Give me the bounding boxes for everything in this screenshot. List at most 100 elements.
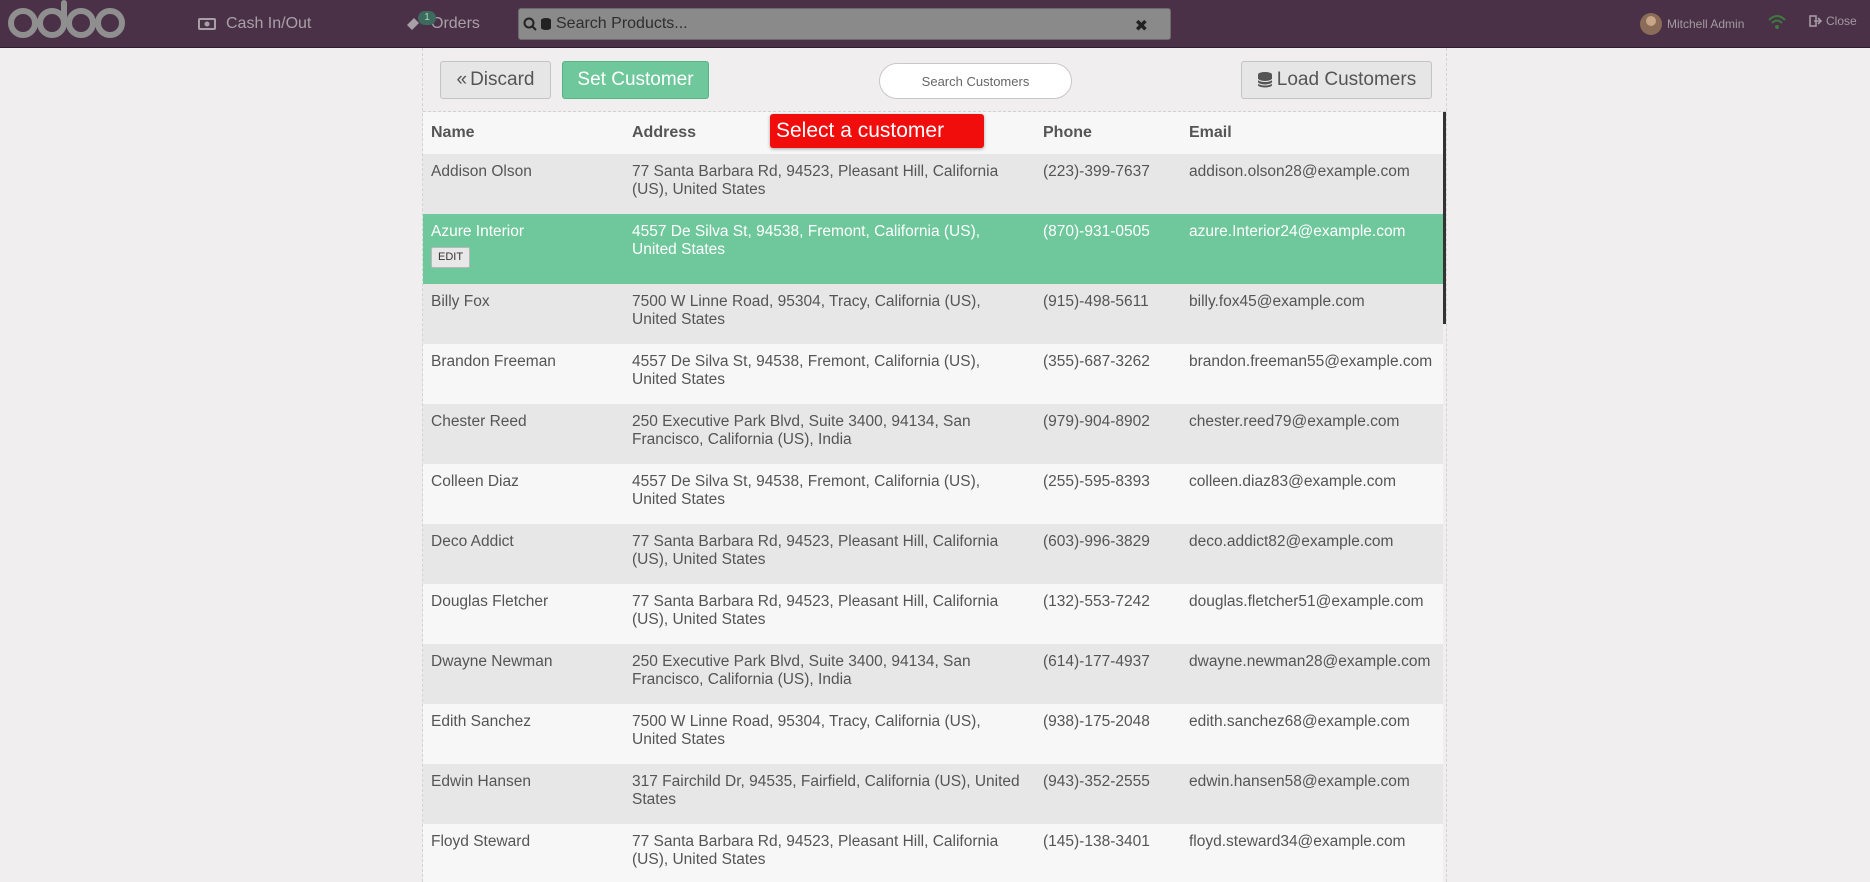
edit-customer-button[interactable]: EDIT: [431, 247, 471, 268]
customer-email: brandon.freeman55@example.com: [1181, 344, 1443, 404]
table-row[interactable]: Deco Addict 77 Santa Barbara Rd, 94523, …: [423, 524, 1443, 584]
customer-name: Deco Addict: [423, 524, 624, 584]
customer-name: Douglas Fletcher: [423, 584, 624, 644]
orders-count-badge: 1: [418, 11, 436, 25]
money-icon: [198, 18, 216, 30]
customer-address: 4557 De Silva St, 94538, Fremont, Califo…: [624, 214, 1035, 284]
customer-phone: (145)-138-3401: [1035, 824, 1181, 882]
customer-phone: (614)-177-4937: [1035, 644, 1181, 704]
table-row[interactable]: Edith Sanchez 7500 W Linne Road, 95304, …: [423, 704, 1443, 764]
customer-name: Edith Sanchez: [423, 704, 624, 764]
wifi-icon: [1768, 15, 1786, 29]
load-customers-label: Load Customers: [1276, 69, 1417, 90]
set-customer-button[interactable]: Set Customer: [562, 61, 709, 99]
cash-in-out-button[interactable]: Cash In/Out: [198, 0, 311, 48]
customer-address: 317 Fairchild Dr, 94535, Fairfield, Cali…: [624, 764, 1035, 824]
customer-name: Billy Fox: [423, 284, 624, 344]
customer-address: 250 Executive Park Blvd, Suite 3400, 941…: [624, 404, 1035, 464]
customer-email: azure.Interior24@example.com: [1181, 214, 1443, 284]
customer-name: Azure Interior: [431, 223, 525, 240]
customer-table-container: Name Address Phone Email Addison Olson 7…: [423, 112, 1446, 882]
cash-in-out-label: Cash In/Out: [226, 15, 312, 32]
customer-phone: (355)-687-3262: [1035, 344, 1181, 404]
customer-name: Floyd Steward: [423, 824, 624, 882]
set-customer-label: Set Customer: [577, 69, 694, 90]
customer-phone: (938)-175-2048: [1035, 704, 1181, 764]
orders-label: Orders: [431, 15, 480, 32]
customer-address: 4557 De Silva St, 94538, Fremont, Califo…: [624, 464, 1035, 524]
customer-email: douglas.fletcher51@example.com: [1181, 584, 1443, 644]
customer-email: dwayne.newman28@example.com: [1181, 644, 1443, 704]
customer-name: Edwin Hansen: [423, 764, 624, 824]
table-row[interactable]: Billy Fox 7500 W Linne Road, 95304, Trac…: [423, 284, 1443, 344]
close-label: Close: [1826, 14, 1857, 28]
column-header-email: Email: [1181, 112, 1443, 154]
customer-address: 7500 W Linne Road, 95304, Tracy, Califor…: [624, 704, 1035, 764]
customer-phone: (943)-352-2555: [1035, 764, 1181, 824]
customer-phone: (603)-996-3829: [1035, 524, 1181, 584]
table-row[interactable]: Dwayne Newman 250 Executive Park Blvd, S…: [423, 644, 1443, 704]
table-row[interactable]: Douglas Fletcher 77 Santa Barbara Rd, 94…: [423, 584, 1443, 644]
table-row-selected[interactable]: Azure Interior EDIT 4557 De Silva St, 94…: [423, 214, 1443, 284]
customer-address: 77 Santa Barbara Rd, 94523, Pleasant Hil…: [624, 824, 1035, 882]
odoo-logo: [8, 0, 125, 41]
sign-out-icon: [1809, 15, 1822, 27]
customer-phone: (979)-904-8902: [1035, 404, 1181, 464]
table-row[interactable]: Floyd Steward 77 Santa Barbara Rd, 94523…: [423, 824, 1443, 882]
product-search-bar: ✖: [518, 8, 1171, 40]
customer-name: Dwayne Newman: [423, 644, 624, 704]
customer-email: edith.sanchez68@example.com: [1181, 704, 1443, 764]
close-pos-button[interactable]: Close: [1809, 14, 1857, 28]
table-scrollbar[interactable]: [1443, 112, 1446, 324]
search-icon: [523, 17, 537, 31]
customer-name-cell: Azure Interior EDIT: [423, 214, 624, 284]
column-header-phone: Phone: [1035, 112, 1181, 154]
product-search-input[interactable]: [556, 15, 1116, 33]
customer-address: 77 Santa Barbara Rd, 94523, Pleasant Hil…: [624, 584, 1035, 644]
customer-toolbar: « Discard Set Customer Load Customers: [423, 48, 1446, 112]
table-row[interactable]: Colleen Diaz 4557 De Silva St, 94538, Fr…: [423, 464, 1443, 524]
customer-address: 77 Santa Barbara Rd, 94523, Pleasant Hil…: [624, 524, 1035, 584]
user-name: Mitchell Admin: [1667, 17, 1745, 31]
customer-email: deco.addict82@example.com: [1181, 524, 1443, 584]
customer-table: Name Address Phone Email Addison Olson 7…: [423, 112, 1443, 882]
clear-search-icon[interactable]: ✖: [1135, 16, 1148, 36]
select-customer-tooltip: Select a customer: [770, 114, 984, 148]
customer-name: Addison Olson: [423, 154, 624, 214]
customer-email: chester.reed79@example.com: [1181, 404, 1443, 464]
customer-email: colleen.diaz83@example.com: [1181, 464, 1443, 524]
customer-email: floyd.steward34@example.com: [1181, 824, 1443, 882]
customer-address: 77 Santa Barbara Rd, 94523, Pleasant Hil…: [624, 154, 1035, 214]
customer-address: 4557 De Silva St, 94538, Fremont, Califo…: [624, 344, 1035, 404]
customer-phone: (255)-595-8393: [1035, 464, 1181, 524]
customer-phone: (223)-399-7637: [1035, 154, 1181, 214]
customer-name: Brandon Freeman: [423, 344, 624, 404]
table-row[interactable]: Edwin Hansen 317 Fairchild Dr, 94535, Fa…: [423, 764, 1443, 824]
table-row[interactable]: Chester Reed 250 Executive Park Blvd, Su…: [423, 404, 1443, 464]
customer-address: 250 Executive Park Blvd, Suite 3400, 941…: [624, 644, 1035, 704]
database-icon: [1257, 72, 1273, 88]
customer-phone: (132)-553-7242: [1035, 584, 1181, 644]
customer-email: edwin.hansen58@example.com: [1181, 764, 1443, 824]
double-chevron-left-icon: «: [456, 69, 468, 90]
table-row[interactable]: Brandon Freeman 4557 De Silva St, 94538,…: [423, 344, 1443, 404]
avatar: [1640, 13, 1662, 35]
customer-name: Colleen Diaz: [423, 464, 624, 524]
customer-email: addison.olson28@example.com: [1181, 154, 1443, 214]
customer-name: Chester Reed: [423, 404, 624, 464]
customer-email: billy.fox45@example.com: [1181, 284, 1443, 344]
customer-list-screen: « Discard Set Customer Load Customers: [422, 48, 1447, 882]
table-row[interactable]: Addison Olson 77 Santa Barbara Rd, 94523…: [423, 154, 1443, 214]
customer-search-input[interactable]: [879, 63, 1072, 99]
top-navbar: Cash In/Out 1 Orders ✖ Mitchell Admin: [0, 0, 1870, 48]
customer-phone: (870)-931-0505: [1035, 214, 1181, 284]
database-icon: [541, 18, 551, 30]
customer-phone: (915)-498-5611: [1035, 284, 1181, 344]
load-customers-button[interactable]: Load Customers: [1241, 61, 1432, 99]
orders-button[interactable]: 1 Orders: [405, 0, 480, 48]
column-header-name: Name: [423, 112, 624, 154]
customer-address: 7500 W Linne Road, 95304, Tracy, Califor…: [624, 284, 1035, 344]
user-menu[interactable]: Mitchell Admin: [1640, 12, 1744, 36]
discard-label: Discard: [470, 69, 535, 90]
discard-button[interactable]: « Discard: [440, 61, 551, 99]
